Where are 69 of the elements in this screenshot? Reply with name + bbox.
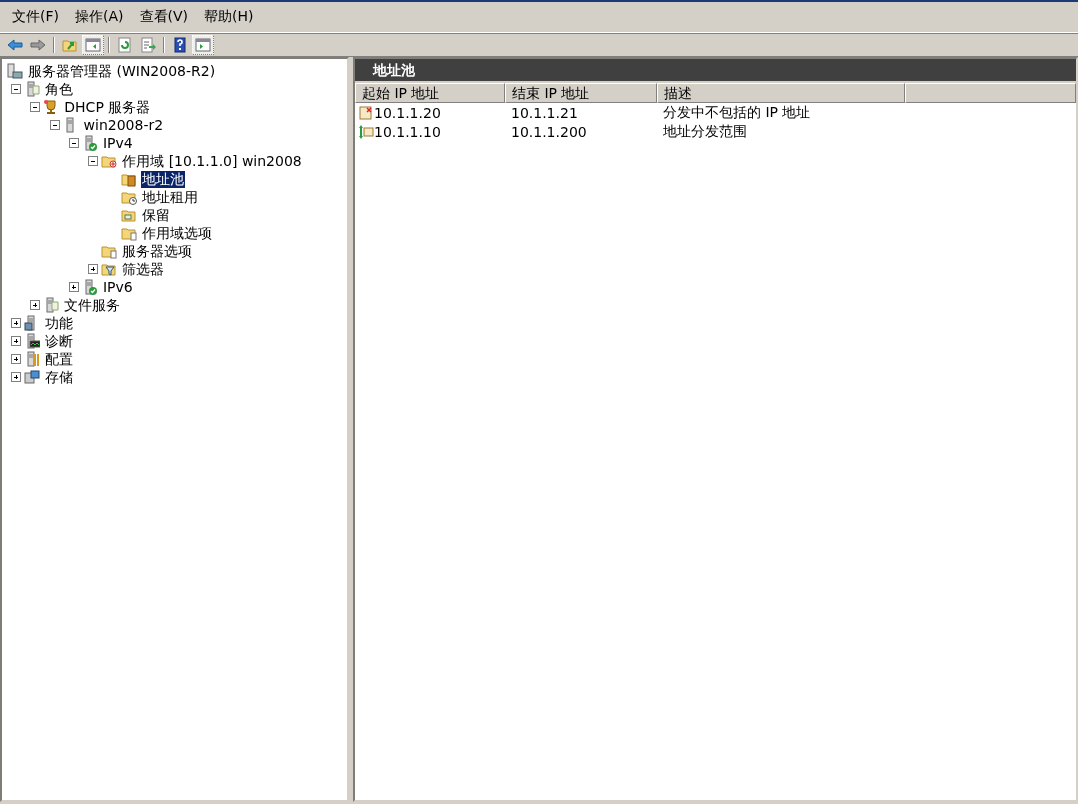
- tree-item[interactable]: 作用域选项: [140, 224, 213, 242]
- server-monitor-icon: [24, 333, 40, 349]
- tree-item[interactable]: 配置: [44, 350, 74, 368]
- folder-document-icon: [101, 243, 118, 259]
- collapse-toggle[interactable]: [11, 84, 21, 94]
- toolbar-button[interactable]: [192, 35, 214, 55]
- expand-toggle[interactable]: [11, 318, 21, 328]
- expand-toggle[interactable]: [30, 300, 41, 310]
- tree-item[interactable]: 作用域 [10.1.1.0] win2008: [121, 152, 303, 170]
- refresh-icon: [117, 37, 133, 53]
- server-manager-icon: [7, 63, 23, 79]
- tree-item[interactable]: 功能: [44, 314, 74, 332]
- table-cell: 10.1.1.20: [374, 104, 441, 121]
- expand-toggle[interactable]: [88, 264, 99, 274]
- tree-item[interactable]: 文件服务: [63, 296, 122, 314]
- server-document-icon: [43, 297, 60, 313]
- expand-toggle[interactable]: [11, 336, 21, 346]
- folder-icon: [101, 153, 118, 169]
- tree-item[interactable]: IPv6: [101, 278, 134, 296]
- tree-item[interactable]: 存储: [44, 368, 74, 386]
- folder-clock-icon: [120, 189, 137, 205]
- export-list-icon: [140, 37, 156, 53]
- folder-funnel-icon: [101, 261, 118, 277]
- tree-item[interactable]: 地址池: [140, 170, 185, 188]
- server-tools-icon: [24, 351, 40, 367]
- table-cell-text: 分发中不包括的 IP 地址: [662, 103, 812, 122]
- tree-item[interactable]: 保留: [140, 206, 171, 224]
- table-cell-text: 地址分发范围: [662, 122, 748, 141]
- folder-document-icon: [120, 225, 137, 241]
- table-cell: 10.1.1.10: [374, 123, 441, 140]
- pane-toggle-icon: [195, 37, 211, 53]
- expand-toggle[interactable]: [68, 282, 79, 292]
- tree-item[interactable]: 地址租用: [140, 188, 199, 206]
- pane-title: 地址池: [355, 59, 1076, 83]
- tree-item[interactable]: 角色: [44, 80, 74, 98]
- collapse-toggle[interactable]: [49, 120, 60, 130]
- column-header[interactable]: 起始 IP 地址: [355, 83, 505, 103]
- menu-item[interactable]: 文件(F): [6, 6, 65, 28]
- forward-arrow-icon: [30, 37, 46, 53]
- menu-item[interactable]: 查看(V): [133, 6, 194, 28]
- tree-item[interactable]: 服务器选项: [121, 242, 194, 260]
- tree-item[interactable]: 筛选器: [121, 260, 166, 278]
- column-header[interactable]: 描述: [657, 83, 905, 103]
- collapse-toggle[interactable]: [68, 138, 79, 148]
- storage-drive-icon: [24, 369, 40, 385]
- tree-item[interactable]: DHCP 服务器: [63, 98, 152, 116]
- table-cell-text: 10.1.1.200: [510, 123, 588, 140]
- menu-item[interactable]: 帮助(H): [198, 6, 260, 28]
- expand-toggle[interactable]: [11, 372, 21, 382]
- pane-toggle-icon: [85, 37, 101, 53]
- collapse-toggle[interactable]: [88, 156, 99, 166]
- help-icon: [172, 37, 188, 53]
- expand-toggle[interactable]: [11, 354, 21, 364]
- tree-item[interactable]: IPv4: [101, 134, 134, 152]
- book-cross-icon: [358, 104, 374, 121]
- server-document-icon: [24, 81, 40, 97]
- table-cell-text: 10.1.1.21: [510, 104, 579, 121]
- tree-item[interactable]: 诊断: [44, 332, 74, 350]
- collapse-toggle[interactable]: [30, 102, 41, 112]
- book-arrows-icon: [358, 123, 374, 140]
- folder-book-icon: [120, 171, 137, 187]
- tree-item[interactable]: win2008-r2: [82, 116, 165, 134]
- tree-item[interactable]: 服务器管理器 (WIN2008-R2): [27, 62, 217, 80]
- folder-up-icon: [62, 37, 78, 53]
- folder-grid-icon: [120, 207, 137, 223]
- column-header[interactable]: 结束 IP 地址: [505, 83, 657, 103]
- back-arrow-icon: [7, 37, 23, 53]
- menu-item[interactable]: 操作(A): [69, 6, 130, 28]
- toolbar-button[interactable]: [82, 35, 104, 55]
